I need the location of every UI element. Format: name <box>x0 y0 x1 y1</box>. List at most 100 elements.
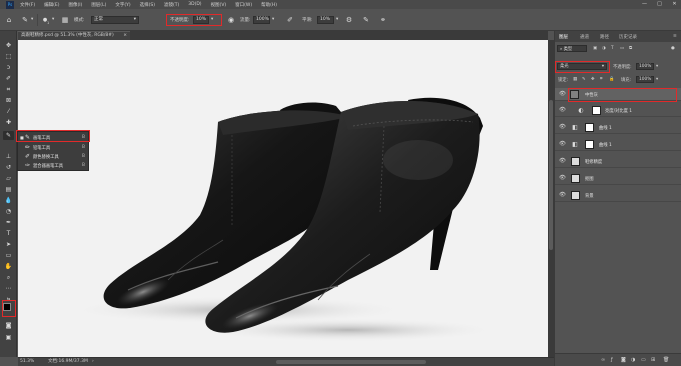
opacity-dropdown-icon[interactable]: ▾ <box>656 64 658 69</box>
layer-row-background[interactable]: 👁 背景 <box>555 189 681 202</box>
lock-all-icon[interactable]: 🔒 <box>609 77 614 82</box>
delete-layer-trash-icon[interactable]: 🗑 <box>663 357 669 363</box>
close-window-button[interactable]: ✕ <box>671 1 678 8</box>
menu-select[interactable]: 选择(S) <box>140 2 155 8</box>
visibility-eye-icon[interactable]: 👁 <box>559 91 566 98</box>
status-menu-arrow-icon[interactable]: › <box>92 358 94 366</box>
document-tab[interactable]: 高跟鞋精修.psd @ 51.3% (中性灰, RGB/8#) × <box>18 31 130 40</box>
healing-brush-tool-icon[interactable]: ✚ <box>3 118 14 127</box>
flyout-item-mixer-brush[interactable]: ✑ 混合器画笔工具 B <box>18 161 88 170</box>
adjustment-layer-icon[interactable]: ◑ <box>631 357 635 363</box>
menu-window[interactable]: 窗口(W) <box>235 2 252 8</box>
clone-stamp-tool-icon[interactable]: ⊥ <box>3 152 14 161</box>
menu-file[interactable]: 文件(F) <box>20 2 35 8</box>
tab-paths[interactable]: 路径 <box>600 34 609 40</box>
gradient-tool-icon[interactable]: ▤ <box>3 185 14 194</box>
menu-type[interactable]: 文字(Y) <box>115 2 130 8</box>
more-tools-icon[interactable]: ⋯ <box>3 284 14 293</box>
horizontal-scrollbar-thumb[interactable] <box>276 360 426 364</box>
pen-tool-icon[interactable]: ✒ <box>3 218 14 227</box>
screen-mode-icon[interactable]: ▣ <box>3 333 14 342</box>
history-brush-tool-icon[interactable]: ↺ <box>3 163 14 172</box>
dodge-tool-icon[interactable]: ◔ <box>3 207 14 216</box>
brush-tool-icon[interactable]: ✎ <box>3 131 14 140</box>
visibility-eye-icon[interactable]: 👁 <box>559 107 566 114</box>
smoothing-dropdown-icon[interactable]: ▾ <box>336 17 338 22</box>
hand-tool-icon[interactable]: ✋ <box>3 262 14 271</box>
pressure-opacity-icon[interactable]: ◉ <box>226 15 236 25</box>
mode-select[interactable]: 正常 ▾ <box>91 16 139 24</box>
menu-help[interactable]: 帮助(H) <box>261 2 277 8</box>
layer-filter-select[interactable]: ⌕ 类型 <box>557 45 587 52</box>
tool-preset-dropdown-icon[interactable]: ▾ <box>31 17 33 22</box>
eraser-tool-icon[interactable]: ▱ <box>3 174 14 183</box>
brush-settings-panel-icon[interactable]: ▦ <box>60 15 70 25</box>
filter-smart-object-icon[interactable]: ⧉ <box>629 46 632 51</box>
airbrush-icon[interactable]: ✐ <box>285 15 295 25</box>
visibility-eye-icon[interactable]: 👁 <box>559 175 566 182</box>
visibility-eye-icon[interactable]: 👁 <box>559 141 566 148</box>
tab-history[interactable]: 历史记录 <box>619 34 637 40</box>
lock-artboard-icon[interactable]: ⌗ <box>600 77 602 82</box>
panel-menu-icon[interactable]: ≡ <box>673 34 677 39</box>
quick-mask-icon[interactable]: ◙ <box>3 321 14 330</box>
zoom-tool-icon[interactable]: ⌕ <box>3 273 14 282</box>
lock-position-icon[interactable]: ✥ <box>591 77 595 82</box>
fill-input[interactable]: 100% <box>636 76 654 83</box>
visibility-eye-icon[interactable]: 👁 <box>559 192 566 199</box>
eyedropper-tool-icon[interactable]: ⁄ <box>3 107 14 116</box>
flyout-item-color-replace[interactable]: ✐ 颜色替换工具 B <box>18 152 88 161</box>
move-tool-icon[interactable]: ✥ <box>3 41 14 50</box>
path-select-tool-icon[interactable]: ➤ <box>3 240 14 249</box>
filter-pixel-icon[interactable]: ▣ <box>593 46 597 51</box>
layer-opacity-input[interactable]: 100% <box>636 63 654 70</box>
layer-row-curves-2[interactable]: 👁 ◧ 曲线 1 <box>555 138 681 151</box>
marquee-tool-icon[interactable]: ⬚ <box>3 52 14 61</box>
tab-layers[interactable]: 图层 <box>559 34 568 40</box>
link-layers-icon[interactable]: ∞ <box>601 357 605 363</box>
flow-input[interactable]: 100% <box>253 16 270 24</box>
blur-tool-icon[interactable]: 💧 <box>3 196 14 205</box>
zoom-level[interactable]: 51.3% <box>20 358 34 366</box>
layer-row-cutout[interactable]: 👁 抠图 <box>555 172 681 185</box>
pressure-size-icon[interactable]: ✎ <box>361 15 371 25</box>
smoothing-input[interactable]: 10% <box>317 16 334 24</box>
quick-select-tool-icon[interactable]: ✐ <box>3 74 14 83</box>
menu-filter[interactable]: 滤镜(T) <box>164 2 179 8</box>
menu-image[interactable]: 图像(I) <box>68 2 82 8</box>
lasso-tool-icon[interactable]: ↄ <box>3 63 14 72</box>
maximize-button[interactable]: □ <box>656 1 663 8</box>
add-mask-icon[interactable]: ◙ <box>621 357 626 363</box>
tab-channels[interactable]: 通道 <box>580 34 589 40</box>
layer-style-fx-icon[interactable]: ƒ <box>611 357 613 363</box>
lock-transparent-icon[interactable]: ▦ <box>573 77 577 82</box>
filter-adjustment-icon[interactable]: ◑ <box>602 46 606 51</box>
type-tool-icon[interactable]: T <box>3 229 14 238</box>
menu-layer[interactable]: 图层(L) <box>91 2 106 8</box>
layer-row-curves[interactable]: 👁 ◧ 曲线 1 <box>555 121 681 134</box>
minimize-button[interactable]: — <box>641 1 648 8</box>
filter-type-icon[interactable]: T <box>611 46 614 51</box>
crop-tool-icon[interactable]: ⌗ <box>3 85 14 94</box>
flyout-item-pencil[interactable]: ✏ 铅笔工具 B <box>18 143 88 152</box>
new-group-folder-icon[interactable]: ▭ <box>641 357 646 363</box>
lock-pixels-icon[interactable]: ✎ <box>582 77 586 82</box>
visibility-eye-icon[interactable]: 👁 <box>559 158 566 165</box>
layer-row-brightness-contrast[interactable]: 👁 ◐ 亮度/对比度 1 <box>555 104 681 117</box>
close-tab-icon[interactable]: × <box>123 32 127 40</box>
menu-3d[interactable]: 3D(D) <box>188 2 201 7</box>
menu-edit[interactable]: 编辑(E) <box>44 2 59 8</box>
new-layer-icon[interactable]: ⊞ <box>651 357 655 363</box>
smoothing-settings-gear-icon[interactable]: ⚙ <box>344 15 354 25</box>
visibility-eye-icon[interactable]: 👁 <box>559 124 566 131</box>
home-icon[interactable]: ⌂ <box>4 15 14 25</box>
layer-row-retouch[interactable]: 👁 鞋修精度 <box>555 155 681 168</box>
brush-tool-preset-icon[interactable]: ✎ <box>20 15 30 25</box>
document-canvas[interactable] <box>18 40 548 357</box>
symmetry-butterfly-icon[interactable]: ⚭ <box>378 15 388 25</box>
flow-dropdown-icon[interactable]: ▾ <box>272 17 274 22</box>
fill-dropdown-icon[interactable]: ▾ <box>656 77 658 82</box>
frame-tool-icon[interactable]: ⊠ <box>3 96 14 105</box>
rectangle-tool-icon[interactable]: ▭ <box>3 251 14 260</box>
filter-shape-icon[interactable]: ▭ <box>620 46 624 51</box>
